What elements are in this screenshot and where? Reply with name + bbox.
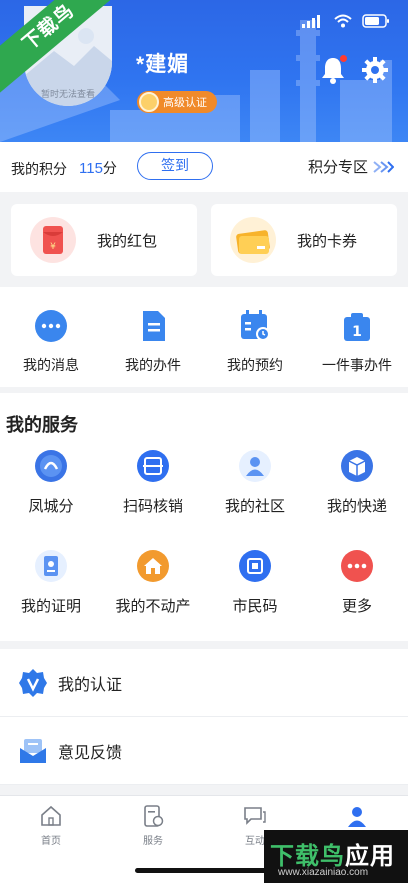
profile-icon: [348, 807, 366, 827]
tab-label: 服务: [143, 836, 163, 847]
svg-text:¥: ¥: [50, 242, 56, 252]
list-item-feedback[interactable]: 意见反馈: [0, 717, 408, 785]
calendar-icon: [241, 310, 270, 341]
service-label: 我的快递: [326, 498, 387, 515]
points-unit: 分: [102, 160, 117, 176]
list-item-verification[interactable]: 我的认证: [0, 649, 408, 717]
double-chevron-right-icon: [373, 160, 394, 173]
service-certificate[interactable]: 我的证明: [0, 549, 102, 649]
signal-icon: [302, 15, 320, 28]
gear-icon[interactable]: [362, 57, 388, 83]
tab-home[interactable]: 首页: [0, 796, 102, 883]
red-envelope-icon: ¥: [30, 217, 76, 263]
section-title: 我的服务: [6, 415, 78, 435]
package-icon: [341, 450, 373, 482]
feedback-icon: [20, 738, 46, 763]
service-scan[interactable]: 扫码核销: [102, 449, 204, 549]
home-indicator: [135, 868, 273, 873]
service-package[interactable]: 我的快递: [306, 449, 408, 549]
medal-icon: [139, 92, 159, 112]
points-zone-label: 积分专区: [307, 159, 368, 176]
service-label: 市民码: [232, 598, 278, 615]
service-label: 更多: [341, 598, 372, 615]
service-label: 扫码核销: [122, 498, 183, 515]
certification-label: 高级认证: [163, 97, 207, 109]
points-label: 我的积分: [11, 161, 67, 177]
quick-action-appointments[interactable]: 我的预约: [204, 287, 306, 387]
quick-action-label: 一件事办件: [322, 357, 392, 373]
service-citizen-code[interactable]: 市民码: [204, 549, 306, 649]
one-thing-icon: 1: [344, 313, 370, 341]
home-icon: [41, 805, 61, 826]
more-icon: [341, 550, 373, 582]
red-envelope-card[interactable]: ¥ 我的红包: [11, 204, 197, 276]
wallet-cards: ¥ 我的红包 我的卡券: [0, 194, 408, 286]
fengcheng-score-icon: [35, 450, 67, 482]
quick-action-label: 我的预约: [227, 357, 283, 373]
watermark-brand-a: 下载鸟: [270, 843, 345, 870]
tab-label: 互动: [245, 836, 265, 847]
service-label: 凤城分: [28, 498, 74, 515]
quick-action-label: 我的办件: [125, 357, 181, 373]
points-number: 115: [79, 160, 103, 177]
quick-action-documents[interactable]: 我的办件: [102, 287, 204, 387]
scan-icon: [137, 450, 169, 482]
battery-icon: [362, 14, 389, 28]
coupon-card[interactable]: 我的卡券: [211, 204, 397, 276]
watermark-brand: 下载鸟应用: [270, 836, 395, 871]
community-icon: [239, 450, 271, 482]
verified-icon: [19, 668, 47, 697]
points-row: 我的积分 115分 签到 积分专区: [0, 142, 408, 192]
list-item-label: 意见反馈: [58, 744, 123, 762]
card-label: 我的红包: [97, 232, 158, 250]
chat-icon: [244, 807, 266, 825]
certification-badge[interactable]: 高级认证: [137, 91, 217, 113]
service-label: 我的社区: [224, 498, 285, 515]
watermark-url: www.xiazainiao.com: [278, 867, 369, 878]
document-icon: [143, 311, 165, 341]
services-grid: 凤城分 扫码核销 我的社区 我的快递 我的证明 我的不动产 市民码 更多: [0, 449, 408, 649]
avatar-caption: 暂时无法查看: [40, 89, 95, 99]
coupon-icon: [230, 217, 276, 263]
card-label: 我的卡券: [297, 232, 358, 250]
points-value: 115分: [79, 158, 117, 178]
tab-label: 首页: [41, 836, 61, 847]
svg-text:1: 1: [352, 324, 362, 340]
message-icon: [35, 310, 67, 342]
settings-list: 我的认证 意见反馈: [0, 649, 408, 785]
watermark-brand-b: 应用: [345, 843, 395, 870]
my-services-section: 我的服务 凤城分 扫码核销 我的社区 我的快递 我的证明 我的不动产 市民码 更…: [0, 393, 408, 641]
service-community[interactable]: 我的社区: [204, 449, 306, 549]
service-more[interactable]: 更多: [306, 549, 408, 649]
user-name: *建媚: [136, 53, 190, 76]
status-bar: [302, 14, 390, 28]
points-zone-link[interactable]: 积分专区: [308, 156, 394, 177]
certificate-icon: [35, 550, 67, 582]
quick-actions: 我的消息 我的办件 我的预约 1 一件事办件: [0, 287, 408, 387]
quick-action-messages[interactable]: 我的消息: [0, 287, 102, 387]
quick-action-one-thing[interactable]: 1 一件事办件: [306, 287, 408, 387]
house-icon: [137, 550, 169, 582]
citizen-code-icon: [239, 550, 271, 582]
service-real-estate[interactable]: 我的不动产: [102, 549, 204, 649]
watermark-bottom-right: 下载鸟应用 www.xiazainiao.com: [264, 830, 408, 883]
notification-dot: [340, 55, 347, 62]
service-label: 我的不动产: [115, 598, 191, 615]
wifi-icon: [334, 14, 352, 28]
quick-action-label: 我的消息: [23, 357, 79, 373]
service-fengcheng-score[interactable]: 凤城分: [0, 449, 102, 549]
list-item-label: 我的认证: [58, 676, 123, 694]
service-label: 我的证明: [20, 598, 81, 615]
service-icon: [144, 805, 164, 827]
signin-button[interactable]: 签到: [137, 152, 213, 180]
